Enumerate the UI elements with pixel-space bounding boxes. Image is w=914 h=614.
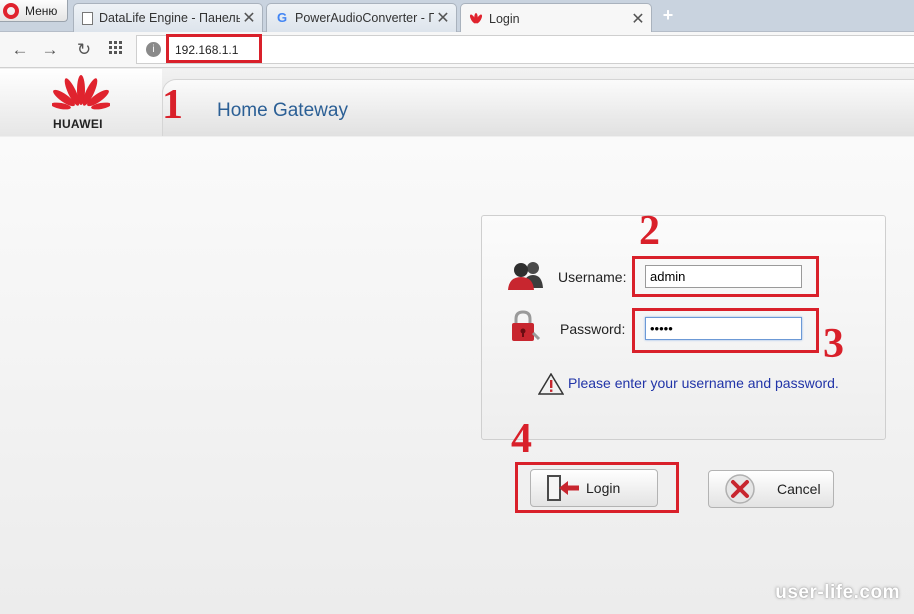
browser-menu-button[interactable]: Меню [0, 0, 68, 22]
tab-title: Login [489, 11, 520, 26]
annotation-box-login [515, 462, 679, 513]
tab-title: DataLife Engine - Панель [99, 11, 240, 25]
cancel-button[interactable]: Cancel [708, 470, 834, 508]
forward-arrow-icon[interactable]: → [40, 40, 60, 60]
tab-poweraudioconverter[interactable]: G PowerAudioConverter - По ✕ [266, 3, 457, 32]
opera-logo-icon [3, 2, 19, 19]
annotation-box-password [632, 308, 819, 353]
tab-title: PowerAudioConverter - По [295, 11, 434, 25]
close-icon[interactable]: ✕ [629, 9, 647, 29]
annotation-number-4: 4 [511, 416, 532, 462]
huawei-favicon-icon [469, 12, 483, 23]
huawei-logo: HUAWEI [0, 69, 162, 136]
annotation-number-1: 1 [162, 82, 183, 128]
annotation-number-2: 2 [639, 208, 660, 254]
password-label: Password: [560, 321, 626, 337]
huawei-petals-icon [52, 75, 110, 110]
browser-tab-bar: Меню DataLife Engine - Панель ✕ G PowerA… [0, 0, 914, 33]
lock-icon [512, 310, 541, 341]
back-arrow-icon[interactable]: ← [10, 40, 30, 60]
annotation-box-username [632, 256, 819, 297]
new-tab-button[interactable]: + [655, 5, 681, 27]
users-icon [508, 262, 543, 290]
close-icon[interactable]: ✕ [434, 8, 452, 28]
login-hint: Please enter your username and password. [568, 375, 839, 391]
page-title: Home Gateway [217, 100, 348, 121]
brand-text: HUAWEI [53, 117, 103, 131]
speed-dial-grid-icon[interactable] [106, 40, 126, 60]
document-icon [82, 11, 93, 25]
username-label: Username: [558, 269, 627, 285]
tab-datalife[interactable]: DataLife Engine - Панель ✕ [73, 3, 263, 32]
cancel-x-icon [725, 474, 755, 504]
annotation-box-address [166, 34, 262, 63]
browser-toolbar: ← → ↻ i 192.168.1.1 [0, 32, 914, 68]
menu-label: Меню [25, 3, 58, 18]
reload-icon[interactable]: ↻ [74, 40, 94, 60]
site-info-icon[interactable]: i [146, 42, 161, 57]
watermark: user-life.com [775, 582, 900, 603]
google-icon: G [276, 10, 288, 25]
close-icon[interactable]: ✕ [240, 8, 258, 28]
annotation-number-3: 3 [823, 321, 844, 367]
tab-login[interactable]: Login ✕ [460, 3, 652, 33]
cancel-button-label: Cancel [777, 481, 821, 497]
warning-icon [538, 373, 564, 395]
page-header: HUAWEI [0, 69, 914, 136]
